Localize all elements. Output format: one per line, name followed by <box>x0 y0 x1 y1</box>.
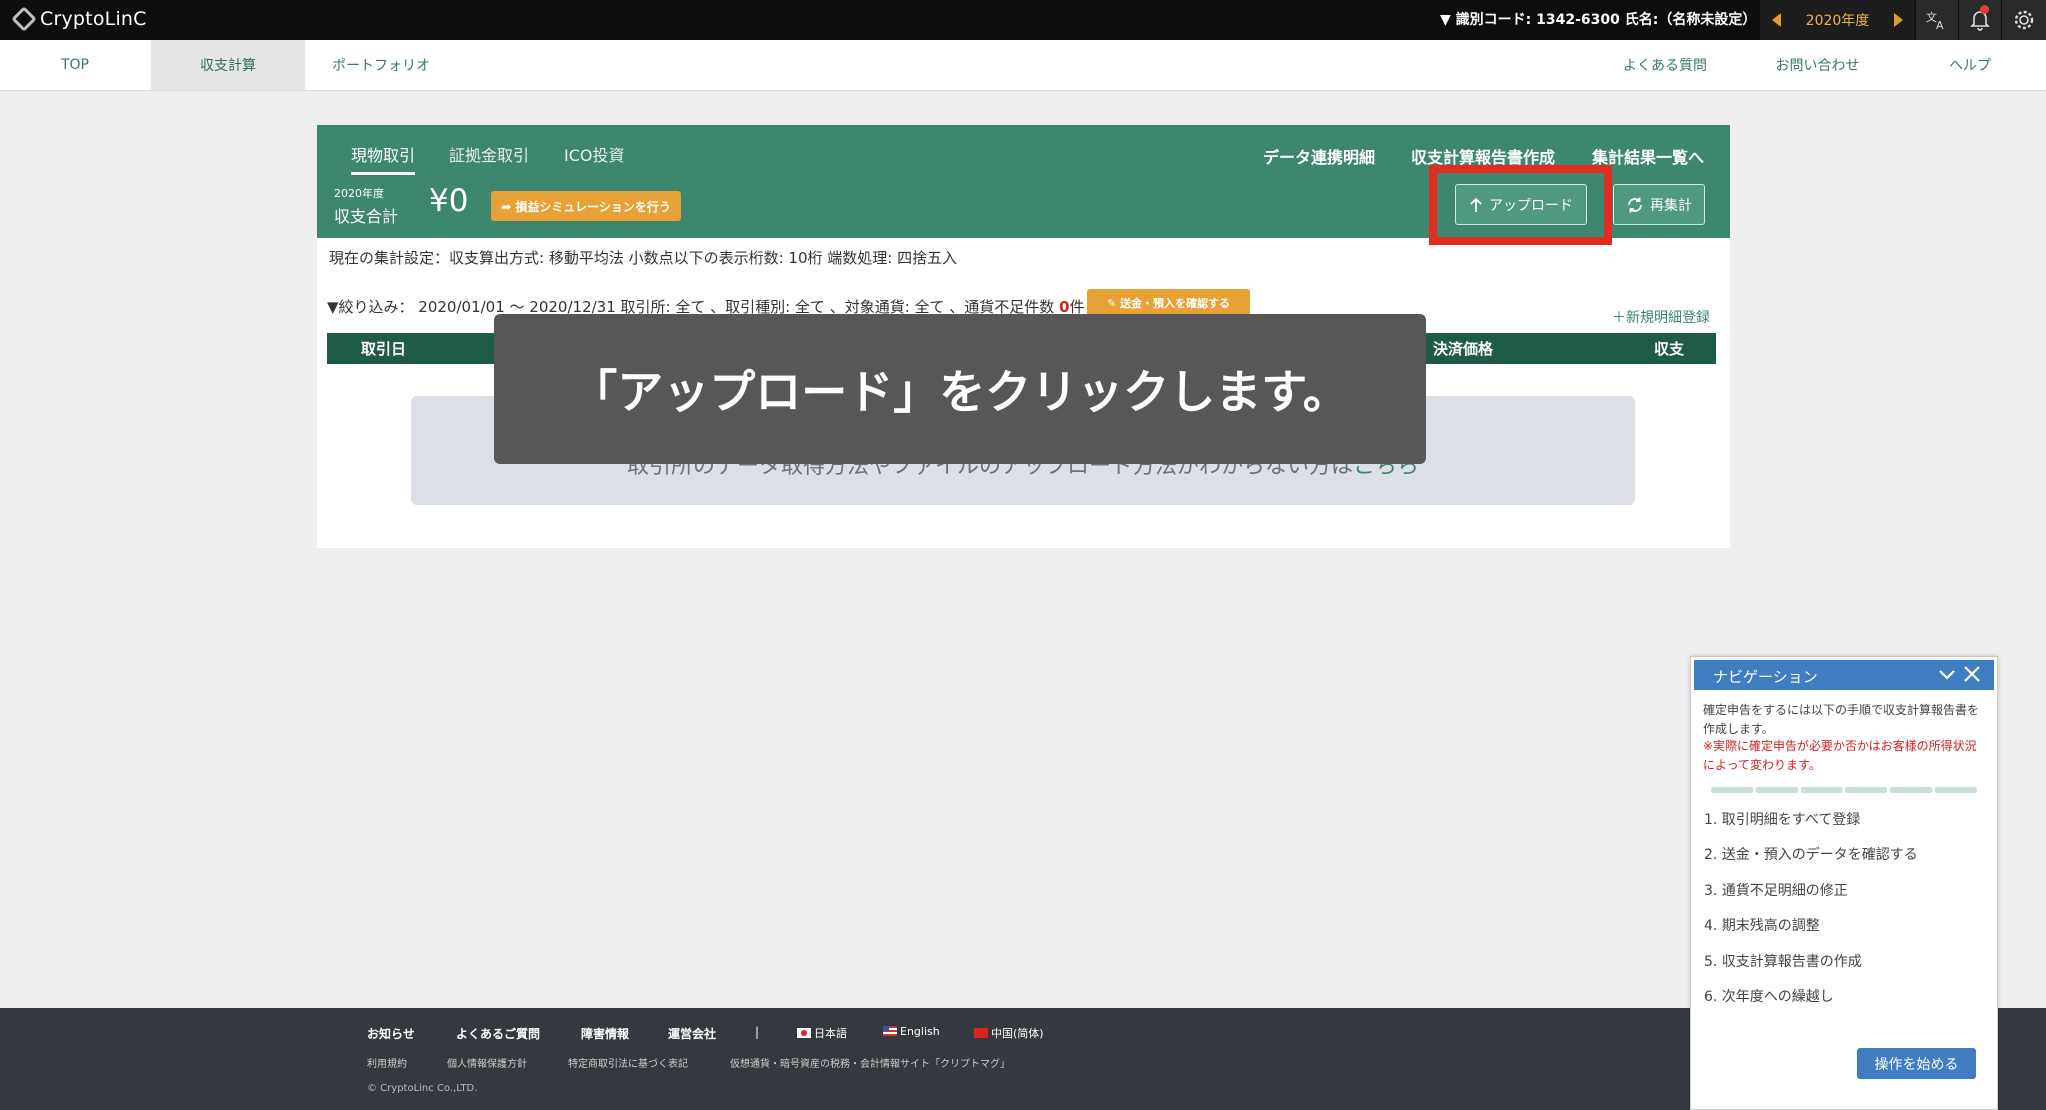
nav-top[interactable]: TOP <box>0 40 150 90</box>
current-settings: 現在の集計設定：収支算出方式: 移動平均法 小数点以下の表示桁数: 10桁 端数… <box>329 249 958 267</box>
footer-incidents[interactable]: 障害情報 <box>581 1025 629 1042</box>
logo-text: CryptoLinC <box>40 8 147 30</box>
footer-privacy[interactable]: 個人情報保護方針 <box>447 1055 527 1070</box>
total-year: 2020年度 <box>334 187 384 200</box>
footer-copyright: © CryptoLinc Co.,LTD. <box>367 1083 478 1094</box>
instruction-callout: 「アップロード」をクリックします。 <box>494 314 1426 464</box>
gear-icon[interactable] <box>2001 0 2046 40</box>
col-date[interactable]: 取引日 <box>361 338 406 359</box>
lang-english[interactable]: English <box>883 1025 940 1038</box>
japan-flag-icon <box>797 1028 811 1038</box>
footer-faq[interactable]: よくあるご質問 <box>456 1025 540 1042</box>
navigation-panel: ナビゲーション 確定申告をするには以下の手順で収支計算報告書を作成します。 ※実… <box>1690 656 1998 1110</box>
top-bar: CryptoLinC ▼ 識別コード: 1342-6300 氏名:（名称未設定）… <box>0 0 2046 40</box>
nav-portfolio[interactable]: ポートフォリオ <box>305 40 457 90</box>
us-flag-icon <box>883 1026 897 1036</box>
logo-icon <box>11 6 37 32</box>
new-entry-link[interactable]: ＋新規明細登録 <box>1612 307 1710 327</box>
progress-segment <box>1755 787 1798 793</box>
start-operation-button[interactable]: 操作を始める <box>1857 1048 1976 1079</box>
total-amount: ¥0 <box>429 183 469 219</box>
total-title: 収支合計 <box>334 207 399 226</box>
col-balance[interactable]: 収支 <box>1654 338 1684 359</box>
footer-cryptomag[interactable]: 仮想通貨・暗号資産の税務・会計情報サイト「クリプトマグ」 <box>730 1055 1010 1070</box>
navigation-warning: ※実際に確定申告が必要か否かはお客様の所得状況によって変わります。 <box>1703 739 1977 772</box>
progress-segment <box>1845 787 1888 793</box>
prev-year-icon[interactable] <box>1772 13 1781 27</box>
callout-text: 「アップロード」をクリックします。 <box>571 365 1349 419</box>
lang-english-label: English <box>900 1025 940 1038</box>
next-year-icon[interactable] <box>1893 13 1903 27</box>
progress-segment <box>1711 787 1753 793</box>
data-link-details[interactable]: データ連携明細 <box>1263 144 1375 168</box>
nav-step-3[interactable]: 3. 通貨不足明細の修正 <box>1704 880 1848 900</box>
lang-chinese-label: 中国(简体) <box>991 1027 1044 1040</box>
total-label: 2020年度 収支合計 <box>334 185 398 227</box>
svg-text:A: A <box>1936 19 1944 31</box>
refresh-icon <box>1628 197 1642 212</box>
nav-step-5[interactable]: 5. 収支計算報告書の作成 <box>1704 951 1862 971</box>
bell-icon[interactable] <box>1958 0 2001 40</box>
footer-tokushoho[interactable]: 特定商取引法に基づく表記 <box>568 1055 688 1070</box>
footer-news[interactable]: お知らせ <box>367 1025 415 1042</box>
lang-japanese[interactable]: 日本語 <box>797 1025 847 1041</box>
navigation-description: 確定申告をするには以下の手順で収支計算報告書を作成します。 <box>1703 703 1980 736</box>
nav-income-calc[interactable]: 収支計算 <box>151 40 305 90</box>
progress-segment <box>1935 787 1977 793</box>
recalculate-label: 再集計 <box>1650 197 1692 214</box>
year-selector[interactable]: 2020年度 <box>1760 0 1915 40</box>
progress-segment <box>1890 787 1933 793</box>
nav-step-2[interactable]: 2. 送金・預入のデータを確認する <box>1704 844 1918 864</box>
nav-step-6[interactable]: 6. 次年度への繰越し <box>1704 986 1834 1006</box>
confirm-transfer-button[interactable]: ✎ 送金・預入を確認する <box>1087 289 1250 317</box>
main-nav: TOP 収支計算 ポートフォリオ よくある質問 お問い合わせ ヘルプ <box>0 40 2046 91</box>
nav-step-1[interactable]: 1. 取引明細をすべて登録 <box>1704 809 1860 829</box>
navigation-header: ナビゲーション <box>1694 660 1994 690</box>
simulation-button[interactable]: ➡ 損益シミュレーションを行う <box>491 191 681 221</box>
nav-step-4[interactable]: 4. 期末残高の調整 <box>1704 915 1820 935</box>
col-settlement-price[interactable]: 決済価格 <box>1433 338 1493 359</box>
year-label: 2020年度 <box>1805 13 1870 29</box>
footer-terms[interactable]: 利用規約 <box>367 1055 407 1070</box>
navigation-title: ナビゲーション <box>1713 668 1818 686</box>
china-flag-icon <box>974 1028 988 1038</box>
highlight-frame <box>1429 165 1612 245</box>
lang-japanese-label: 日本語 <box>814 1027 847 1040</box>
lang-chinese[interactable]: 中国(简体) <box>974 1025 1044 1041</box>
tab-margin[interactable]: 証拠金取引 <box>449 142 529 172</box>
recalculate-button[interactable]: 再集計 <box>1613 184 1705 225</box>
progress-segment <box>1800 787 1843 793</box>
user-id-info[interactable]: ▼ 識別コード: 1342-6300 氏名:（名称未設定） <box>1440 9 1756 29</box>
translate-icon[interactable]: 文A <box>1915 0 1958 40</box>
tab-spot[interactable]: 現物取引 <box>351 142 416 175</box>
collapse-icon[interactable] <box>1938 662 1956 691</box>
nav-contact[interactable]: お問い合わせ <box>1745 40 1890 90</box>
tab-ico[interactable]: ICO投資 <box>564 142 625 172</box>
footer-company[interactable]: 運営会社 <box>668 1025 716 1042</box>
nav-help[interactable]: ヘルプ <box>1895 40 2045 90</box>
close-icon[interactable] <box>1962 662 1982 691</box>
navigation-progress <box>1711 787 1977 793</box>
notification-dot <box>1980 5 1989 14</box>
nav-faq[interactable]: よくある質問 <box>1590 40 1740 90</box>
logo[interactable]: CryptoLinC <box>11 6 147 32</box>
footer-divider: | <box>755 1025 760 1039</box>
